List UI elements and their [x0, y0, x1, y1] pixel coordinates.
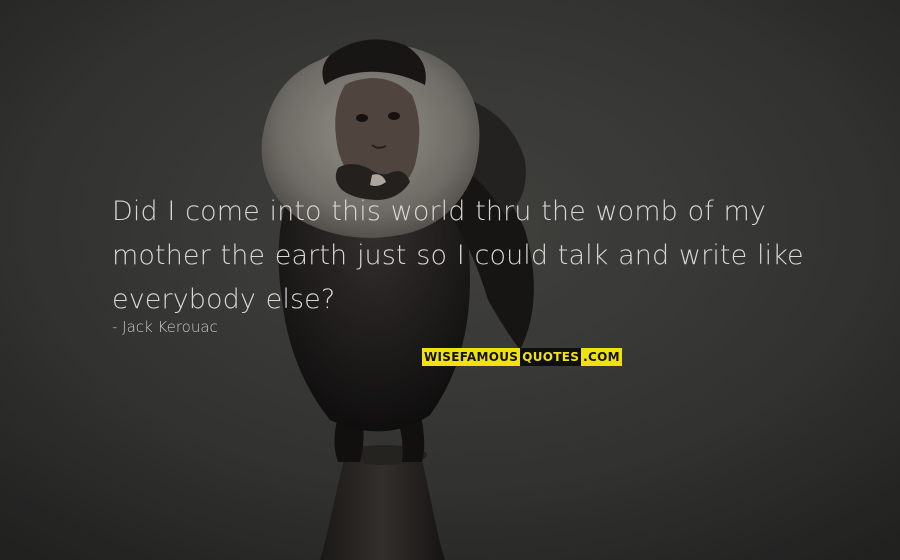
- quote-text: Did I come into this world thru the womb…: [112, 190, 812, 322]
- watermark-part-3: .COM: [581, 348, 622, 366]
- watermark-logo: WISEFAMOUS QUOTES .COM: [422, 348, 622, 366]
- quote-line-2: mother the earth just so I could talk an…: [112, 240, 804, 271]
- watermark-part-1: WISEFAMOUS: [422, 348, 521, 366]
- quote-line-3: everybody else?: [112, 284, 336, 315]
- watermark-part-2: QUOTES: [520, 348, 582, 366]
- quote-author: - Jack Kerouac: [112, 318, 218, 336]
- quote-line-1: Did I come into this world thru the womb…: [112, 196, 766, 227]
